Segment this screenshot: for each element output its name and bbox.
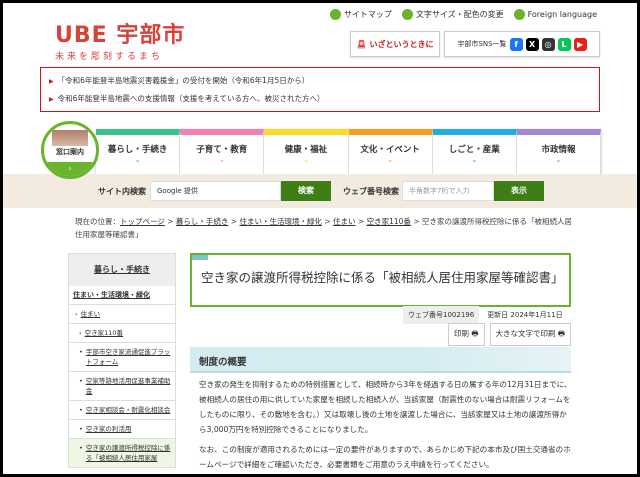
site-search-input[interactable]: Google 提供 (150, 181, 281, 201)
breadcrumb-link[interactable]: 暮らし・手続き (176, 217, 229, 226)
printer-icon: 🖶 (557, 329, 565, 338)
paragraph: なお、この制度が適用されるためには一定の要件がありますので、あらかじめ下記の本市… (199, 445, 571, 469)
printer-icon: 🖶 (471, 329, 479, 338)
chevron-down-icon: ⌄ (302, 156, 309, 164)
sidebar-item[interactable]: • 空き家の譲渡所得税控除に係る「被相続人居住用家屋 (69, 439, 175, 468)
x-icon[interactable]: X (525, 37, 539, 51)
site-search-button[interactable]: 検索 (281, 181, 331, 201)
breadcrumb-link[interactable]: 住まい (333, 217, 356, 226)
nav-item[interactable]: しごと・産業 ⌄ (432, 129, 517, 174)
site-search-label: サイト内検索 (98, 186, 146, 196)
building-icon (52, 130, 88, 146)
triangle-icon: ▶ (49, 78, 54, 85)
madoguchi-button[interactable]: 窓口案内 › (41, 121, 99, 179)
sidebar-item[interactable]: › 空き家110番 (69, 324, 175, 343)
section-heading: 制度の概要 (190, 347, 571, 373)
notice-link[interactable]: 令和6年能登半島地震への支援情報（支援を考えている方へ、被災された方へ） (58, 94, 325, 103)
web-number-input[interactable]: 半角数字7桁で入力 (402, 181, 494, 201)
search-bar: サイト内検索 Google 提供 検索 ウェブ番号検索 半角数字7桁で入力 表示 (3, 174, 637, 208)
nav-item[interactable]: 健康・福祉 ⌄ (264, 129, 349, 174)
top-link[interactable]: Foreign language (513, 9, 597, 20)
line-icon[interactable]: L (557, 37, 571, 51)
breadcrumb: 現在の位置：トップページ > 暮らし・手続き > 住まい・生活環境・緑化 > 住… (75, 217, 572, 239)
sidebar-item[interactable]: • 宇部市空き家流通促進プラットフォーム (69, 343, 175, 372)
sitemap-icon (329, 9, 341, 20)
top-links: サイトマップ 文字サイズ・配色の変更 Foreign language (329, 9, 597, 20)
body-text: 空き家の発生を抑制するための特例措置として、相続時から3年を経過する日の属する年… (199, 377, 574, 477)
notice-item[interactable]: ▶ 「令和6年能登半島地震災害義援金」の受付を開始（令和6年1月5日から） (49, 72, 591, 90)
globe-icon (513, 9, 525, 20)
chevron-down-icon: ⌄ (218, 156, 225, 164)
chevron-down-icon: ⌄ (134, 156, 141, 164)
nav-item[interactable]: 市政情報 ⌄ (516, 129, 602, 174)
web-search-label: ウェブ番号検索 (343, 186, 399, 196)
chevron-down-icon: ⌄ (387, 156, 394, 164)
triangle-icon: ▶ (49, 96, 54, 103)
sidebar-item[interactable]: • 空き家相談会・耐震化相談会 (69, 401, 175, 420)
emergency-button[interactable]: 🚨 いざというときに (350, 31, 440, 57)
updated-date: 更新日 2024年1月11日 (487, 311, 563, 319)
sidebar: 暮らし・手続き 住まい・生活環境・緑化 › 住まい › 空き家110番 • 宇部市空き家流… (68, 253, 176, 468)
print-buttons: 印刷 🖶 大きな文字で印刷 🖶 (448, 323, 571, 346)
sidebar-item[interactable]: • 空き家の利活用 (69, 420, 175, 439)
facebook-icon[interactable]: f (509, 37, 523, 51)
chevron-right-icon: › (44, 162, 96, 176)
title-tag (192, 255, 208, 260)
nav-item[interactable]: 子育て・教育 ⌄ (180, 129, 265, 174)
bullet-icon: • (79, 444, 83, 452)
bullet-icon: › (75, 310, 78, 318)
top-link[interactable]: 文字サイズ・配色の変更 (401, 9, 504, 20)
page-title: 空き家の譲渡所得税控除に係る「被相続人居住用家屋等確認書」 (190, 253, 571, 307)
instagram-icon[interactable]: ◎ (541, 37, 555, 51)
logo[interactable]: UBE 宇部市 未来を彫刻するまち (55, 17, 185, 62)
font-size-icon (401, 9, 413, 20)
breadcrumb-link[interactable]: 住まい・生活環境・緑化 (239, 217, 322, 226)
page-meta: ウェブ番号1002196 更新日 2024年1月11日 (403, 306, 563, 324)
top-link-label[interactable]: 文字サイズ・配色の変更 (416, 9, 504, 20)
page: UBE 宇部市 未来を彫刻するまち サイトマップ 文字サイズ・配色の変更 Forei… (3, 3, 637, 474)
print-button[interactable]: 印刷 🖶 (448, 323, 485, 346)
nav-item[interactable]: 暮らし・手続き ⌄ (96, 129, 181, 174)
siren-icon: 🚨 (356, 39, 367, 49)
top-link-label[interactable]: サイトマップ (344, 9, 392, 20)
sns-label: 宇部市SNS一覧 (457, 40, 507, 48)
web-number: ウェブ番号1002196 (403, 306, 480, 324)
breadcrumb-link[interactable]: 空き家110番 (367, 217, 411, 226)
bullet-icon: › (79, 329, 82, 337)
bullet-icon: • (79, 406, 83, 414)
chevron-down-icon: ⌄ (555, 156, 562, 164)
web-number-button[interactable]: 表示 (494, 181, 544, 201)
nav-item[interactable]: 文化・イベント ⌄ (348, 129, 433, 174)
sidebar-item[interactable]: • 空家等跡地活用促進事業補助金 (69, 372, 175, 401)
notice-link[interactable]: 「令和6年能登半島地震災害義援金」の受付を開始（令和6年1月5日から） (58, 76, 310, 85)
top-link-label[interactable]: Foreign language (528, 10, 597, 19)
chevron-down-icon: ⌄ (471, 156, 478, 164)
sns-box: 宇部市SNS一覧 f X ◎ L ▶ (444, 31, 600, 57)
notice-item[interactable]: ▶ 令和6年能登半島地震への支援情報（支援を考えている方へ、被災された方へ） (49, 90, 591, 108)
global-nav: 暮らし・手続き ⌄ 子育て・教育 ⌄ 健康・福祉 ⌄ 文化・イベント ⌄ しごと・産業 ⌄ 市政情報… (96, 129, 602, 174)
youtube-icon[interactable]: ▶ (573, 37, 587, 51)
bullet-icon: • (79, 377, 83, 385)
paragraph: 空き家の発生を抑制するための特例措置として、相続時から3年を経過する日の属する年… (199, 380, 572, 434)
sidebar-level1[interactable]: 住まい・生活環境・緑化 (69, 286, 175, 305)
sidebar-item[interactable]: › 住まい (69, 305, 175, 324)
notice-box: ▶ 「令和6年能登半島地震災害義援金」の受付を開始（令和6年1月5日から） ▶ 令和… (40, 67, 600, 112)
sidebar-heading[interactable]: 暮らし・手続き (69, 254, 175, 286)
breadcrumb-link[interactable]: トップページ (120, 217, 165, 226)
bullet-icon: • (79, 348, 83, 356)
top-link[interactable]: サイトマップ (329, 9, 392, 20)
print-large-button[interactable]: 大きな文字で印刷 🖶 (489, 323, 571, 346)
bullet-icon: • (79, 425, 83, 433)
breadcrumb-prefix: 現在の位置： (75, 217, 120, 226)
